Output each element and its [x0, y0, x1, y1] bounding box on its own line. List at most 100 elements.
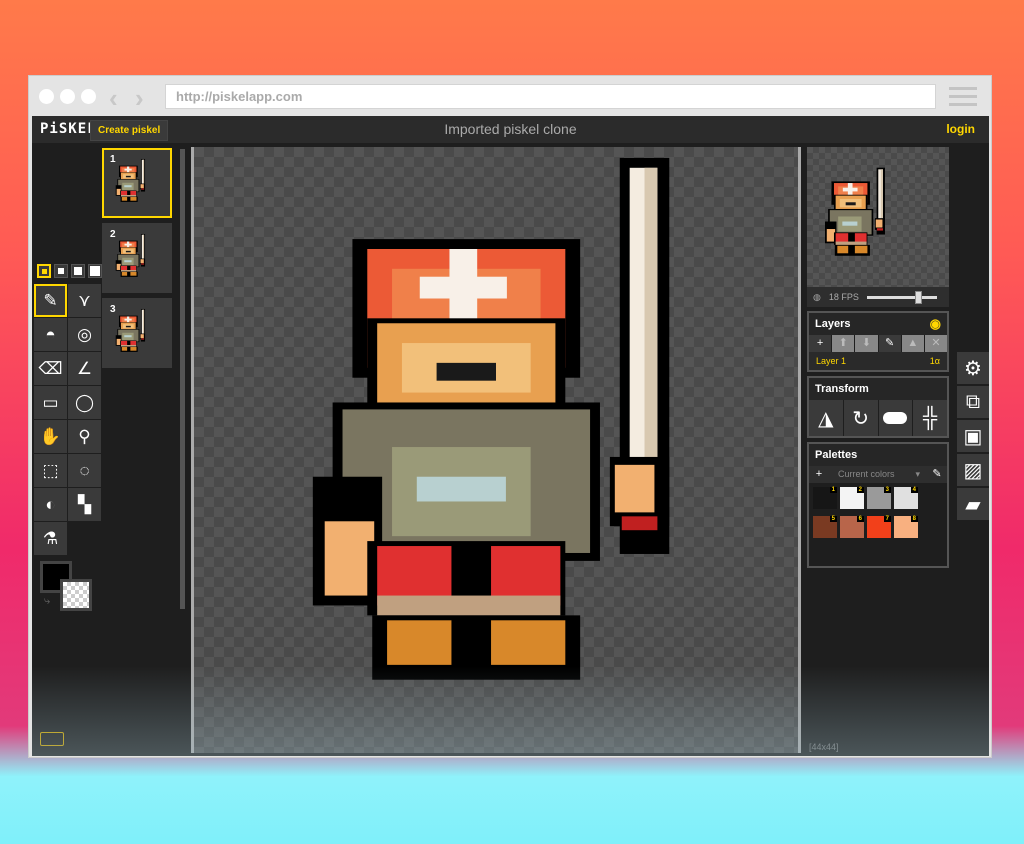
rename-layer-button[interactable]: ✎ [878, 335, 901, 352]
palettes-panel: Palettes + Current colors ▾ ✎ 1 2 3 4 5 6 7 8 [807, 442, 949, 568]
tool-move[interactable]: ✋ [34, 420, 67, 453]
tool-paint-all-same-color[interactable]: ◎ [68, 318, 101, 351]
palette-color-swatch[interactable]: 7 [867, 516, 891, 538]
clone-sheep-icon[interactable] [878, 400, 913, 436]
add-palette-button[interactable]: + [809, 466, 829, 483]
export-image-icon[interactable]: ▨ [957, 454, 989, 486]
pen-size-3[interactable] [71, 264, 85, 278]
stroke-icon: ∠ [76, 358, 93, 378]
settings-gear-icon[interactable]: ⚙ [957, 352, 989, 384]
settings-sidebar: ⚙ ⧉ ▣ ▨ ▰ [957, 352, 989, 522]
login-link[interactable]: login [946, 122, 975, 136]
pen-size-1[interactable] [37, 264, 51, 278]
create-piskel-button[interactable]: Create piskel [90, 120, 169, 141]
pen-icon: ✎ [43, 290, 58, 310]
palette-selected-value: Current colors [838, 469, 895, 479]
tool-eraser[interactable]: ⌫ [34, 352, 67, 385]
window-minimize-button[interactable] [60, 89, 75, 104]
palette-color-swatch[interactable]: 8 [894, 516, 918, 538]
tool-magic-wand[interactable]: ⚲ [68, 420, 101, 453]
pen-size-selector [37, 264, 102, 278]
tool-lasso-select[interactable]: ◌ [68, 454, 101, 487]
move-layer-down-button[interactable]: ⬇ [855, 335, 878, 352]
tool-stroke[interactable]: ∠ [68, 352, 101, 385]
palette-color-swatch[interactable]: 6 [840, 516, 864, 538]
frames-list: 1 2 3 [102, 148, 174, 373]
tool-dithering[interactable]: ▚ [68, 488, 101, 521]
onion-skin-icon[interactable]: ◍ [813, 292, 821, 303]
magic-wand-icon: ⚲ [78, 426, 91, 446]
tool-circle[interactable]: ◯ [68, 386, 101, 419]
swatch-number: 7 [883, 516, 891, 522]
layer-opacity[interactable]: 1α [930, 356, 940, 366]
palette-color-swatch[interactable]: 2 [840, 487, 864, 509]
palette-color-swatch[interactable]: 1 [813, 487, 837, 509]
add-layer-button[interactable]: + [809, 335, 832, 352]
move-layer-up-button[interactable]: ⬆ [832, 335, 855, 352]
frame-thumbnail[interactable]: 3 [102, 298, 172, 368]
palette-color-swatch[interactable]: 5 [813, 516, 837, 538]
layer-name: Layer 1 [816, 356, 847, 366]
browser-window: ‹ › http://piskelapp.com Imported piskel… [28, 75, 992, 758]
move-icon: ✋ [39, 426, 62, 446]
right-panel: ◍ 18 FPS Layers ◉ + ⬆ ⬇ ✎ ▲ ✕ Layer 1 1α … [807, 147, 949, 568]
swatch-number: 1 [829, 487, 837, 493]
frames-scrollbar[interactable] [180, 149, 185, 609]
swatch-number: 6 [856, 516, 864, 522]
fps-slider-handle[interactable] [914, 290, 922, 304]
eye-icon[interactable]: ◉ [930, 316, 941, 332]
swap-colors-icon[interactable]: ⤷ [44, 595, 50, 608]
center-icon[interactable]: ╬ [913, 400, 947, 436]
pen-size-4[interactable] [88, 264, 102, 278]
fps-label: 18 FPS [828, 292, 859, 302]
secondary-color[interactable] [60, 579, 92, 611]
canvas-dimensions: [44x44] [809, 742, 839, 752]
window-close-button[interactable] [39, 89, 54, 104]
fps-slider[interactable] [866, 290, 937, 304]
piskel-app: Imported piskel clone PiSKEL Create pisk… [32, 116, 989, 756]
tool-color-picker[interactable]: ⚗ [34, 522, 67, 555]
back-button[interactable]: ‹ [109, 83, 118, 114]
layer-item[interactable]: Layer 1 1α [809, 352, 947, 370]
layers-panel: Layers ◉ + ⬆ ⬇ ✎ ▲ ✕ Layer 1 1α [807, 311, 949, 372]
tool-pen[interactable]: ✎ [34, 284, 67, 317]
swatch-number: 4 [910, 487, 918, 493]
vertical-mirror-pen-icon: ⋎ [78, 290, 91, 310]
tool-rectangle[interactable]: ▭ [34, 386, 67, 419]
frame-thumbnail[interactable]: 1 [102, 148, 172, 218]
merge-layer-button[interactable]: ▲ [901, 335, 924, 352]
lighten-icon: ◐ [45, 494, 56, 514]
palette-colors: 1 2 3 4 5 6 7 8 [809, 483, 947, 545]
color-picker-icon: ⚗ [42, 528, 59, 548]
address-bar[interactable]: http://piskelapp.com [165, 84, 936, 109]
drawing-canvas[interactable] [191, 147, 801, 753]
tool-rectangle-select[interactable]: ⬚ [34, 454, 67, 487]
tool-lighten[interactable]: ◐ [34, 488, 67, 521]
transform-title: Transform [809, 378, 947, 400]
flip-icon[interactable]: ◮ [809, 400, 843, 436]
pen-size-2[interactable] [54, 264, 68, 278]
frame-sprite [108, 154, 166, 212]
menu-icon[interactable] [949, 87, 977, 111]
frame-thumbnail[interactable]: 2 [102, 223, 172, 293]
palette-color-swatch[interactable]: 4 [894, 487, 918, 509]
eraser-icon: ⌫ [38, 358, 63, 378]
paint-all-same-color-icon: ◎ [77, 324, 92, 344]
delete-layer-button[interactable]: ✕ [924, 335, 948, 352]
palette-select[interactable]: Current colors ▾ [830, 466, 926, 483]
app-header: Imported piskel clone PiSKEL Create pisk… [32, 116, 989, 143]
forward-button[interactable]: › [135, 83, 144, 114]
keyboard-shortcuts-icon[interactable] [40, 732, 64, 746]
save-icon[interactable]: ▣ [957, 420, 989, 452]
piskel-logo[interactable]: PiSKEL [40, 121, 97, 137]
edit-palette-button[interactable]: ✎ [927, 466, 947, 483]
swatch-number: 5 [829, 516, 837, 522]
tool-paint-bucket[interactable]: ◓ [34, 318, 67, 351]
resize-icon[interactable]: ⧉ [957, 386, 989, 418]
rotate-icon[interactable]: ↻ [843, 400, 878, 436]
transform-panel: Transform ◮ ↻ ╬ [807, 376, 949, 438]
open-folder-icon[interactable]: ▰ [957, 488, 989, 520]
window-maximize-button[interactable] [81, 89, 96, 104]
tool-vertical-mirror-pen[interactable]: ⋎ [68, 284, 101, 317]
palette-color-swatch[interactable]: 3 [867, 487, 891, 509]
